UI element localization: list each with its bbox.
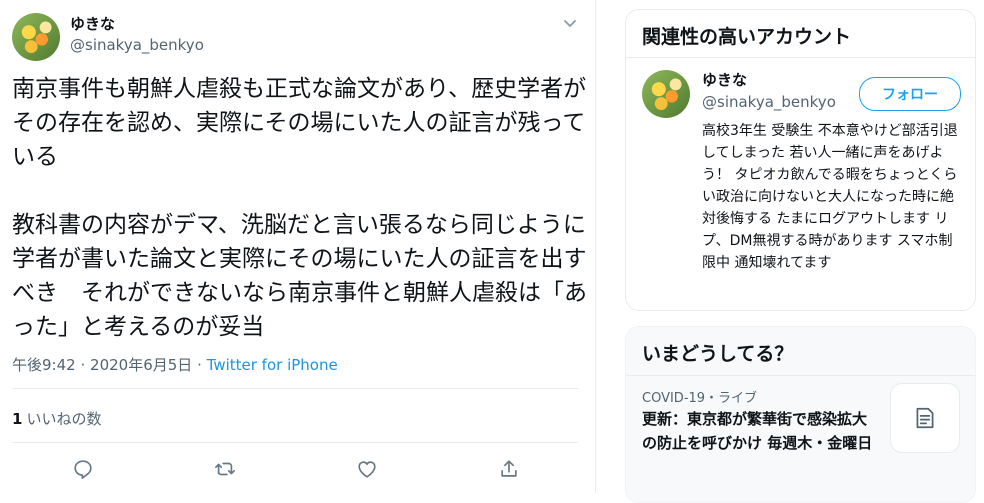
tweet-source[interactable]: Twitter for iPhone <box>207 356 338 374</box>
divider <box>626 375 975 376</box>
retweet-icon[interactable] <box>212 456 238 482</box>
tweet-text: 南京事件も朝鮮人虐殺も正式な論文があり、歴史学者がその存在を認め、実際にその場に… <box>12 76 587 340</box>
tweet-date[interactable]: 2020年6月5日 <box>90 356 192 374</box>
meta-separator: · <box>80 356 86 374</box>
divider <box>12 442 578 443</box>
follow-button[interactable]: フォロー <box>859 77 961 111</box>
trends-panel: いまどうしてる？ COVID-19・ライブ 更新：東京都が繁華街で感染拡大の防止… <box>625 326 976 503</box>
column-divider <box>595 0 596 493</box>
related-account-handle[interactable]: @sinakya_benkyo <box>702 93 836 111</box>
chevron-down-icon[interactable] <box>562 15 578 35</box>
trends-title: いまどうしてる？ <box>642 343 794 365</box>
tweet-meta: 午後9:42 · 2020年6月5日 · Twitter for iPhone <box>12 354 338 375</box>
like-count-label: いいねの数 <box>26 410 102 428</box>
trend-headline[interactable]: 更新：東京都が繁華街で感染拡大の防止を呼びかけ 毎週木・金曜日 <box>642 407 874 455</box>
like-count[interactable]: 1 いいねの数 <box>12 408 101 429</box>
divider <box>12 388 578 389</box>
trend-meta: COVID-19・ライブ <box>642 391 758 406</box>
author-name[interactable]: ゆきな <box>70 13 115 34</box>
related-account-bio: 高校3年生 受験生 不本意やけど部活引退してしまった 若い人一緒に声をあげよう！… <box>702 123 958 271</box>
like-icon[interactable] <box>354 456 380 482</box>
tweet-detail: ゆきな @sinakya_benkyo 南京事件も朝鮮人虐殺も正式な論文があり、… <box>0 0 596 493</box>
reply-icon[interactable] <box>70 456 96 482</box>
related-accounts-panel: 関連性の高いアカウント ゆきな @sinakya_benkyo フォロー 高校3… <box>625 9 976 311</box>
share-icon[interactable] <box>496 456 522 482</box>
related-account-name[interactable]: ゆきな <box>702 69 747 90</box>
avatar[interactable] <box>12 13 60 61</box>
tweet-time[interactable]: 午後9:42 <box>12 356 76 374</box>
divider <box>626 57 975 58</box>
avatar[interactable] <box>642 70 690 118</box>
article-icon[interactable] <box>890 383 960 453</box>
meta-separator: · <box>197 356 202 374</box>
author-handle[interactable]: @sinakya_benkyo <box>70 36 204 54</box>
like-count-number: 1 <box>12 410 23 428</box>
related-title: 関連性の高いアカウント <box>642 26 852 48</box>
